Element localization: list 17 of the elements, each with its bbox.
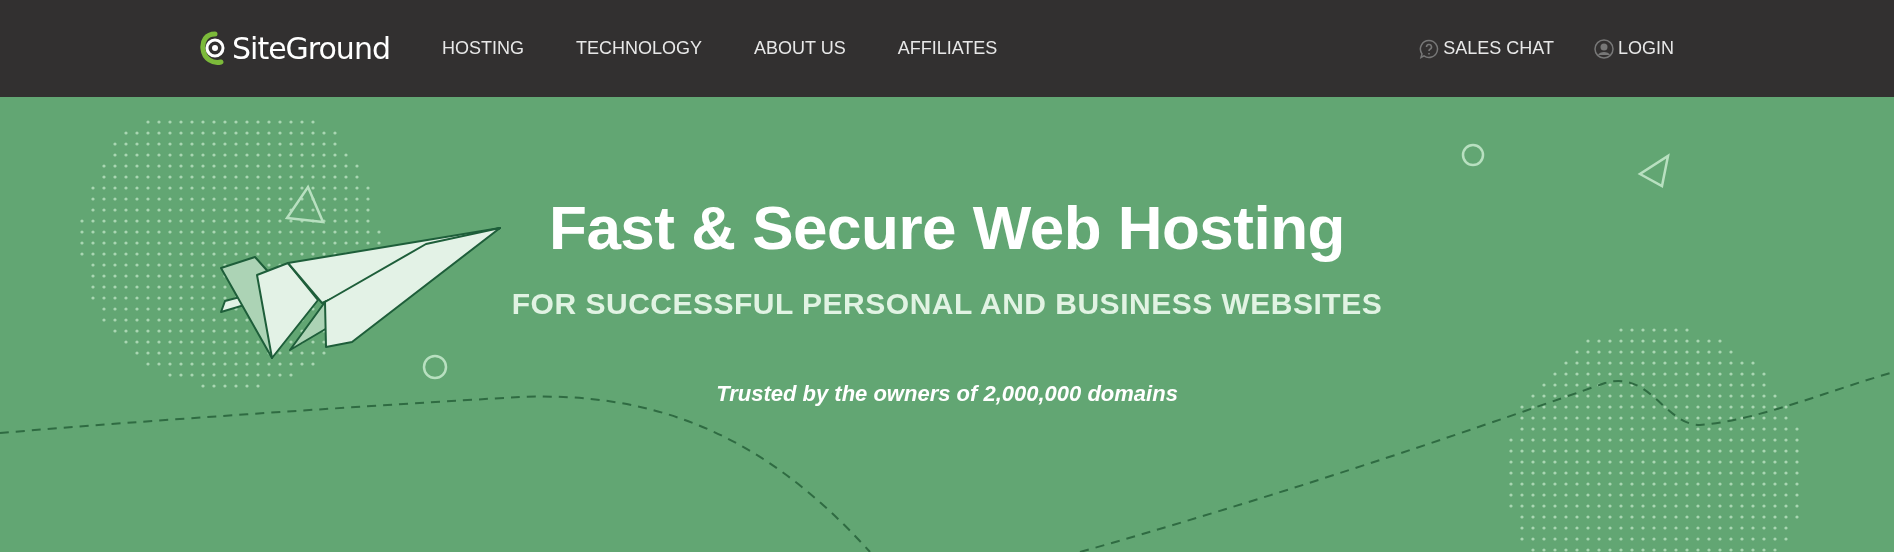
help-chat-icon xyxy=(1419,38,1440,59)
triangle-decoration xyxy=(1637,153,1670,188)
nav-link[interactable]: HOSTING xyxy=(441,38,524,59)
user-icon xyxy=(1594,38,1614,59)
sales-chat-link[interactable]: SALES CHAT xyxy=(1419,38,1554,59)
ring-decoration xyxy=(1461,143,1485,167)
nav-link[interactable]: TECHNOLOGY xyxy=(575,38,702,59)
logo[interactable]: SiteGround xyxy=(200,30,390,67)
nav-link[interactable]: AFFILIATES xyxy=(897,38,998,59)
hero-tagline: Trusted by the owners of 2,000,000 domains xyxy=(716,381,1178,407)
login-link[interactable]: LOGIN xyxy=(1594,38,1674,59)
ring-decoration xyxy=(422,354,448,380)
triangle-decoration xyxy=(284,184,325,224)
logo-text: SiteGround xyxy=(232,31,390,66)
hero-title: Fast & Secure Web Hosting xyxy=(549,192,1345,263)
nav-link[interactable]: ABOUT US xyxy=(754,38,846,59)
hero-subtitle: FOR SUCCESSFUL PERSONAL AND BUSINESS WEBSITES xyxy=(511,287,1383,321)
